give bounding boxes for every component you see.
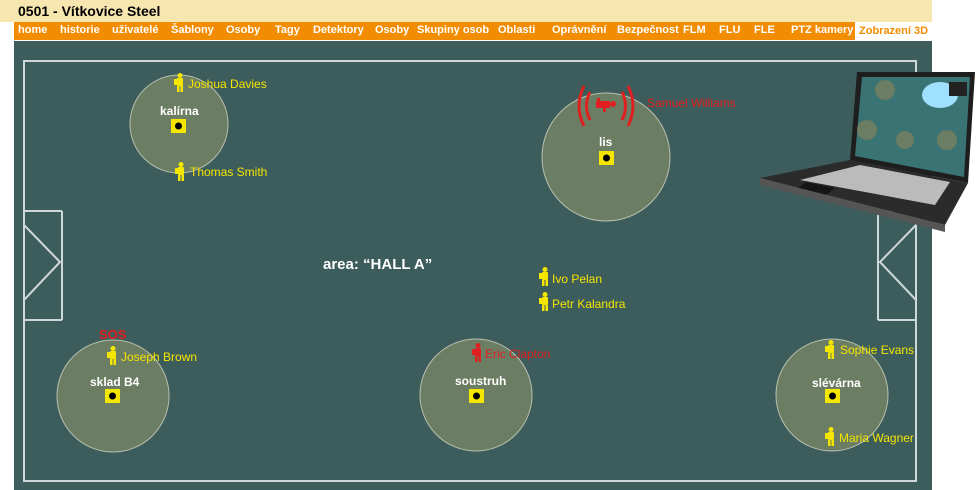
sos-label: SOS (99, 327, 127, 342)
area-label: area: “HALL A” (323, 256, 433, 273)
person-label: Maria Wagner (839, 431, 914, 445)
person-icon[interactable] (539, 267, 548, 286)
right-goal-area (878, 224, 917, 301)
zone-label: slévárna (812, 376, 861, 390)
person-label-alarm: Eric Clapton (485, 347, 551, 361)
zone-label: kalírna (160, 104, 199, 118)
detector-icon[interactable] (599, 151, 614, 165)
person-label: Joshua Davies (188, 77, 267, 91)
person-label: Petr Kalandra (552, 297, 626, 311)
detector-icon[interactable] (171, 119, 186, 133)
person-icon[interactable] (539, 292, 548, 311)
zone-label: soustruh (455, 374, 507, 388)
person-label-alarm: Samuel Williams (647, 96, 736, 110)
zone-label: sklad B4 (90, 375, 140, 389)
person-label: Joseph Brown (121, 350, 198, 364)
person-label: Thomas Smith (190, 165, 268, 179)
zone-label: lis (599, 135, 613, 149)
left-goal-area (23, 224, 62, 301)
person-label: Ivo Pelan (552, 272, 603, 286)
person-label: Sophie Evans (840, 343, 915, 357)
detector-icon[interactable] (469, 389, 484, 403)
laptop-icon (760, 72, 975, 232)
map-graphics (23, 60, 975, 482)
detector-icon[interactable] (825, 389, 840, 403)
detector-icon[interactable] (105, 389, 120, 403)
